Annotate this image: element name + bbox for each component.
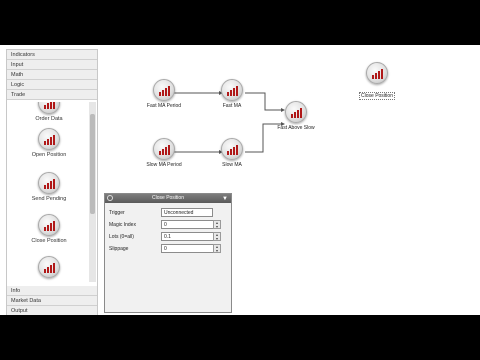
- category-math[interactable]: Math: [7, 70, 97, 80]
- strategy-builder-window: Indicators Input Math Logic Trade Order …: [0, 45, 480, 315]
- category-info[interactable]: Info: [7, 286, 97, 296]
- chart-icon: [153, 138, 175, 160]
- palette-item[interactable]: [21, 256, 77, 278]
- node-fast-ma[interactable]: Fast MA: [204, 79, 260, 109]
- magic-index-stepper[interactable]: ▴ ▾: [213, 220, 221, 229]
- palette-item-label: Close Position: [31, 238, 67, 244]
- category-output[interactable]: Output: [7, 306, 97, 315]
- category-input[interactable]: Input: [7, 60, 97, 70]
- property-magic-index: Magic Index 0 ▴ ▾: [109, 220, 229, 230]
- properties-title: Close Position: [152, 195, 184, 201]
- node-label: Fast MA Period: [146, 103, 182, 109]
- magic-index-field[interactable]: 0: [161, 220, 221, 229]
- node-label: Slow MA Period: [146, 162, 182, 168]
- chevron-down-icon[interactable]: ▼: [222, 196, 228, 202]
- node-label: Fast MA: [222, 103, 242, 109]
- category-indicators[interactable]: Indicators: [7, 50, 97, 60]
- component-palette: Indicators Input Math Logic Trade Order …: [6, 49, 98, 315]
- palette-item-label: Open Position: [31, 152, 67, 158]
- chart-icon: [38, 128, 60, 150]
- property-label: Slippage: [109, 246, 129, 252]
- chart-icon: [285, 101, 307, 123]
- palette-item-order-data[interactable]: Order Data: [21, 102, 77, 122]
- trigger-field[interactable]: Unconnected: [161, 208, 213, 217]
- chart-icon: [38, 256, 60, 278]
- property-label: Magic Index: [109, 222, 136, 228]
- palette-item-send-pending[interactable]: Send Pending: [21, 172, 77, 202]
- node-label-selected: Close Position: [359, 92, 395, 100]
- chart-icon: [221, 79, 243, 101]
- chart-icon: [221, 138, 243, 160]
- palette-scrollbar[interactable]: [89, 102, 96, 282]
- scrollbar-thumb[interactable]: [90, 114, 95, 214]
- property-lots: Lots (0=all) 0.1 ▴ ▾: [109, 232, 229, 242]
- property-label: Lots (0=all): [109, 234, 134, 240]
- node-slow-ma-period[interactable]: Slow MA Period: [134, 138, 194, 168]
- trade-components-list: Order Data Open Position Send Pending Cl…: [7, 102, 97, 282]
- slippage-stepper[interactable]: ▴ ▾: [213, 244, 221, 253]
- slippage-field[interactable]: 0: [161, 244, 221, 253]
- property-label: Trigger: [109, 210, 125, 216]
- node-fast-ma-period[interactable]: Fast MA Period: [134, 79, 194, 109]
- lots-field[interactable]: 0.1: [161, 232, 221, 241]
- category-trade[interactable]: Trade: [7, 90, 97, 100]
- category-logic[interactable]: Logic: [7, 80, 97, 90]
- node-label: Slow MA: [222, 162, 242, 168]
- chart-icon: [38, 102, 60, 114]
- palette-item-close-position[interactable]: Close Position: [21, 214, 77, 244]
- chart-icon: [366, 62, 388, 84]
- node-close-position[interactable]: Close Position: [352, 62, 402, 102]
- chart-icon: [38, 214, 60, 236]
- property-trigger: Trigger Unconnected: [109, 208, 229, 218]
- node-slow-ma[interactable]: Slow MA: [204, 138, 260, 168]
- properties-panel: Close Position ▼ Trigger Unconnected Mag…: [104, 193, 232, 313]
- property-slippage: Slippage 0 ▴ ▾: [109, 244, 229, 254]
- palette-item-label: Order Data: [35, 116, 63, 122]
- node-fast-above-slow[interactable]: Fast Above Slow: [270, 101, 322, 131]
- lots-stepper[interactable]: ▴ ▾: [213, 232, 221, 241]
- chart-icon: [153, 79, 175, 101]
- palette-item-open-position[interactable]: Open Position: [21, 128, 77, 158]
- properties-title-bar: Close Position ▼: [105, 194, 231, 203]
- node-label: Fast Above Slow: [277, 125, 315, 131]
- chart-icon: [38, 172, 60, 194]
- palette-item-label: Send Pending: [31, 196, 67, 202]
- category-market-data[interactable]: Market Data: [7, 296, 97, 306]
- close-icon[interactable]: [107, 195, 113, 201]
